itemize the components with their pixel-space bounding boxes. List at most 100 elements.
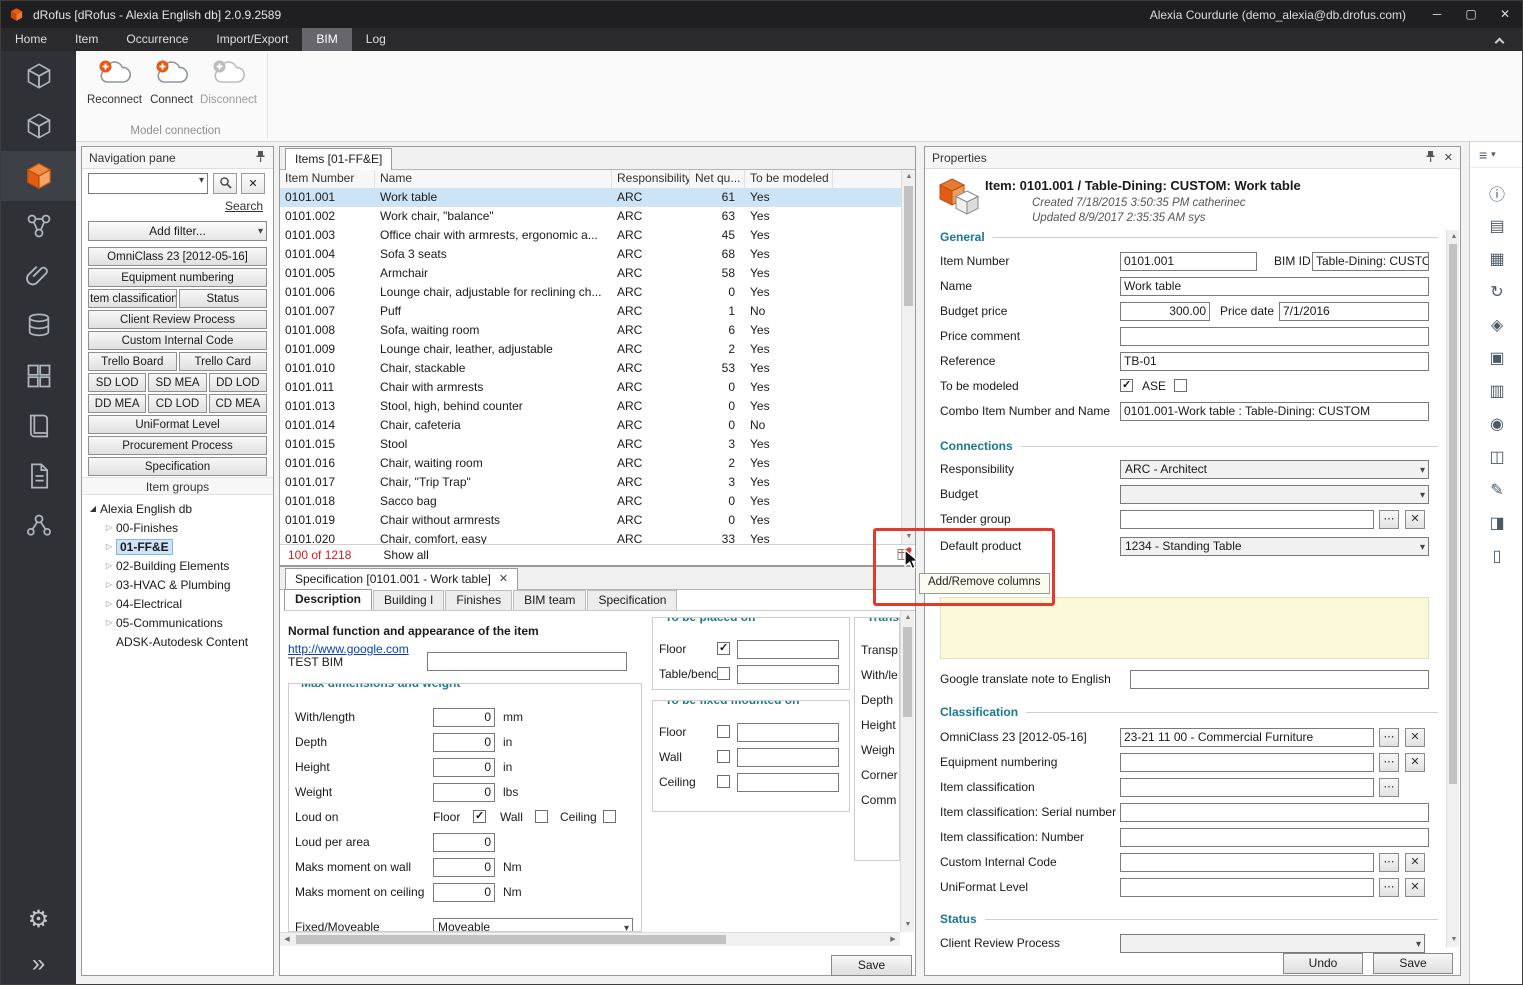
- search-button[interactable]: [213, 173, 237, 194]
- table-row[interactable]: 0101.010Chair, stackableARC53Yes: [280, 359, 901, 378]
- clipboard-icon[interactable]: ▥: [1470, 374, 1523, 407]
- dim-input-height[interactable]: 0: [433, 758, 495, 777]
- spec-vertical-scrollbar[interactable]: ▲ ▼: [900, 611, 914, 932]
- column-header-name[interactable]: Name: [375, 170, 612, 188]
- spec-tab-description[interactable]: Description: [284, 589, 372, 610]
- table-row[interactable]: 0101.018Sacco bagARC0Yes: [280, 492, 901, 511]
- chevron-down-icon[interactable]: ▾: [199, 175, 204, 186]
- budget-dropdown[interactable]: ▾: [1120, 485, 1429, 504]
- panel-list-icon[interactable]: ≡: [1479, 147, 1487, 163]
- add-filter-dropdown[interactable]: Add filter...▾: [88, 221, 267, 241]
- table-row[interactable]: 0101.009Lounge chair, leather, adjustabl…: [280, 340, 901, 359]
- more-button[interactable]: ⋯: [1379, 728, 1399, 747]
- dim-input-weight[interactable]: 0: [433, 783, 495, 802]
- default-product-dropdown[interactable]: 1234 - Standing Table▾: [1120, 537, 1429, 556]
- table-row[interactable]: 0101.008Sofa, waiting roomARC6Yes: [280, 321, 901, 340]
- pin-icon[interactable]: [255, 150, 266, 166]
- budget-price-input[interactable]: 300.00: [1120, 302, 1210, 321]
- responsibility-dropdown[interactable]: ARC - Architect▾: [1120, 460, 1429, 479]
- table-row[interactable]: 0101.007PuffARC1No: [280, 302, 901, 321]
- spec-tab-finishes[interactable]: Finishes: [445, 590, 512, 610]
- mounted-ceiling-checkbox[interactable]: [717, 775, 730, 788]
- dim-input-with-length[interactable]: 0: [433, 708, 495, 727]
- document-icon[interactable]: ▯: [1470, 539, 1523, 572]
- maximize-icon[interactable]: ▢: [1454, 1, 1488, 28]
- mounted-floor-input[interactable]: [737, 723, 839, 742]
- placed-floor-input[interactable]: [737, 640, 839, 659]
- filter-omniclass-23-2012-05-16[interactable]: OmniClass 23 [2012-05-16]: [88, 247, 267, 266]
- price-date-input[interactable]: 7/1/2016: [1279, 302, 1429, 321]
- column-header-responsibility[interactable]: Responsibility: [612, 170, 690, 188]
- scroll-up-icon[interactable]: ▲: [901, 611, 915, 625]
- scrollbar-thumb[interactable]: [1449, 244, 1457, 784]
- items-tab[interactable]: Items [01-FF&E]: [285, 148, 392, 170]
- linked-model-icon[interactable]: ◫: [1470, 440, 1523, 473]
- loud-on-wall-checkbox[interactable]: [535, 810, 548, 823]
- spec-save-button[interactable]: Save: [831, 955, 912, 976]
- info-icon[interactable]: ⓘ: [1470, 176, 1523, 209]
- undo-button[interactable]: Undo: [1283, 953, 1363, 974]
- mounted-wall-checkbox[interactable]: [717, 750, 730, 763]
- chevron-down-icon[interactable]: ▾: [1491, 149, 1496, 160]
- test-bim-input[interactable]: [427, 652, 627, 671]
- collapse-panels-icon[interactable]: »: [1, 950, 76, 978]
- filter-sd-mea[interactable]: SD MEA: [148, 373, 206, 392]
- table-row[interactable]: 0101.006Lounge chair, adjustable for rec…: [280, 283, 901, 302]
- table-row[interactable]: 0101.019Chair without armrestsARC0Yes: [280, 511, 901, 530]
- bim-id-input[interactable]: Table-Dining: CUSTOM: [1312, 252, 1429, 271]
- reference-input[interactable]: TB-01: [1120, 352, 1429, 371]
- filter-uniformat-level[interactable]: UniFormat Level: [88, 415, 267, 434]
- more-button[interactable]: ⋯: [1379, 778, 1399, 797]
- table-row[interactable]: 0101.015StoolARC3Yes: [280, 435, 901, 454]
- combo-input[interactable]: 0101.001-Work table : Table-Dining: CUST…: [1120, 402, 1429, 421]
- filter-cd-mea[interactable]: CD MEA: [209, 394, 267, 413]
- filter-trello-board[interactable]: Trello Board: [88, 352, 177, 371]
- table-row[interactable]: 0101.014Chair, cafeteriaARC0No: [280, 416, 901, 435]
- scrollbar-thumb[interactable]: [903, 627, 912, 717]
- classification-input-4[interactable]: [1120, 828, 1429, 847]
- filter-trello-card[interactable]: Trello Card: [179, 352, 268, 371]
- tree-item-05-communications[interactable]: ▷05-Communications: [86, 613, 271, 632]
- filter-sd-lod[interactable]: SD LOD: [88, 373, 146, 392]
- loud-on-floor-checkbox[interactable]: [473, 810, 486, 823]
- clear-button[interactable]: ✕: [1405, 510, 1425, 529]
- loud-on-ceiling-checkbox[interactable]: [603, 810, 616, 823]
- filter-specification[interactable]: Specification: [88, 457, 267, 476]
- specification-tab[interactable]: Specification [0101.001 - Work table] ✕: [285, 568, 518, 590]
- client-review-dropdown[interactable]: ▾: [1120, 934, 1425, 953]
- classification-input-5[interactable]: [1120, 853, 1374, 872]
- to-be-modeled-checkbox[interactable]: [1120, 379, 1133, 392]
- tree-item-01-ff-e[interactable]: ▷01-FF&E: [86, 537, 271, 556]
- filter-cd-lod[interactable]: CD LOD: [148, 394, 206, 413]
- table-row[interactable]: 0101.013Stool, high, behind counterARC0Y…: [280, 397, 901, 416]
- search-input[interactable]: ▾: [88, 173, 208, 194]
- mounted-ceiling-input[interactable]: [737, 773, 839, 792]
- fixed-moveable-dropdown[interactable]: Moveable▾: [433, 918, 633, 932]
- classification-input-2[interactable]: [1120, 778, 1374, 797]
- solid-3d-icon[interactable]: ◈: [1470, 308, 1523, 341]
- menu-import-export[interactable]: Import/Export: [202, 28, 302, 51]
- pin-icon[interactable]: [1425, 150, 1436, 166]
- settings-gear-icon[interactable]: ⚙: [1, 905, 76, 934]
- filter-procurement-process[interactable]: Procurement Process: [88, 436, 267, 455]
- attachments-icon[interactable]: [1, 251, 76, 301]
- close-icon[interactable]: ✕: [1488, 1, 1522, 28]
- filter-custom-internal-code[interactable]: Custom Internal Code: [88, 331, 267, 350]
- google-translate-input[interactable]: [1130, 670, 1429, 689]
- placed-table-bench-checkbox[interactable]: [717, 667, 730, 680]
- items-icon[interactable]: [1, 151, 76, 201]
- tree-root[interactable]: ◢Alexia English db: [86, 499, 271, 518]
- google-link[interactable]: http://www.google.com: [288, 642, 409, 656]
- contacts-icon[interactable]: [1, 501, 76, 551]
- box-icon[interactable]: ▣: [1470, 341, 1523, 374]
- table-row[interactable]: 0101.001Work tableARC61Yes: [280, 188, 901, 207]
- show-all-link[interactable]: Show all: [383, 548, 428, 562]
- tree-item-04-electrical[interactable]: ▷04-Electrical: [86, 594, 271, 613]
- ase-checkbox[interactable]: [1174, 379, 1187, 392]
- building-model-icon[interactable]: [1, 101, 76, 151]
- disconnect-button[interactable]: Disconnect: [200, 57, 257, 119]
- clear-button[interactable]: ✕: [1405, 853, 1425, 872]
- scroll-up-icon[interactable]: ▲: [902, 170, 916, 184]
- rooms-icon[interactable]: [1, 351, 76, 401]
- reconnect-button[interactable]: Reconnect: [86, 57, 143, 119]
